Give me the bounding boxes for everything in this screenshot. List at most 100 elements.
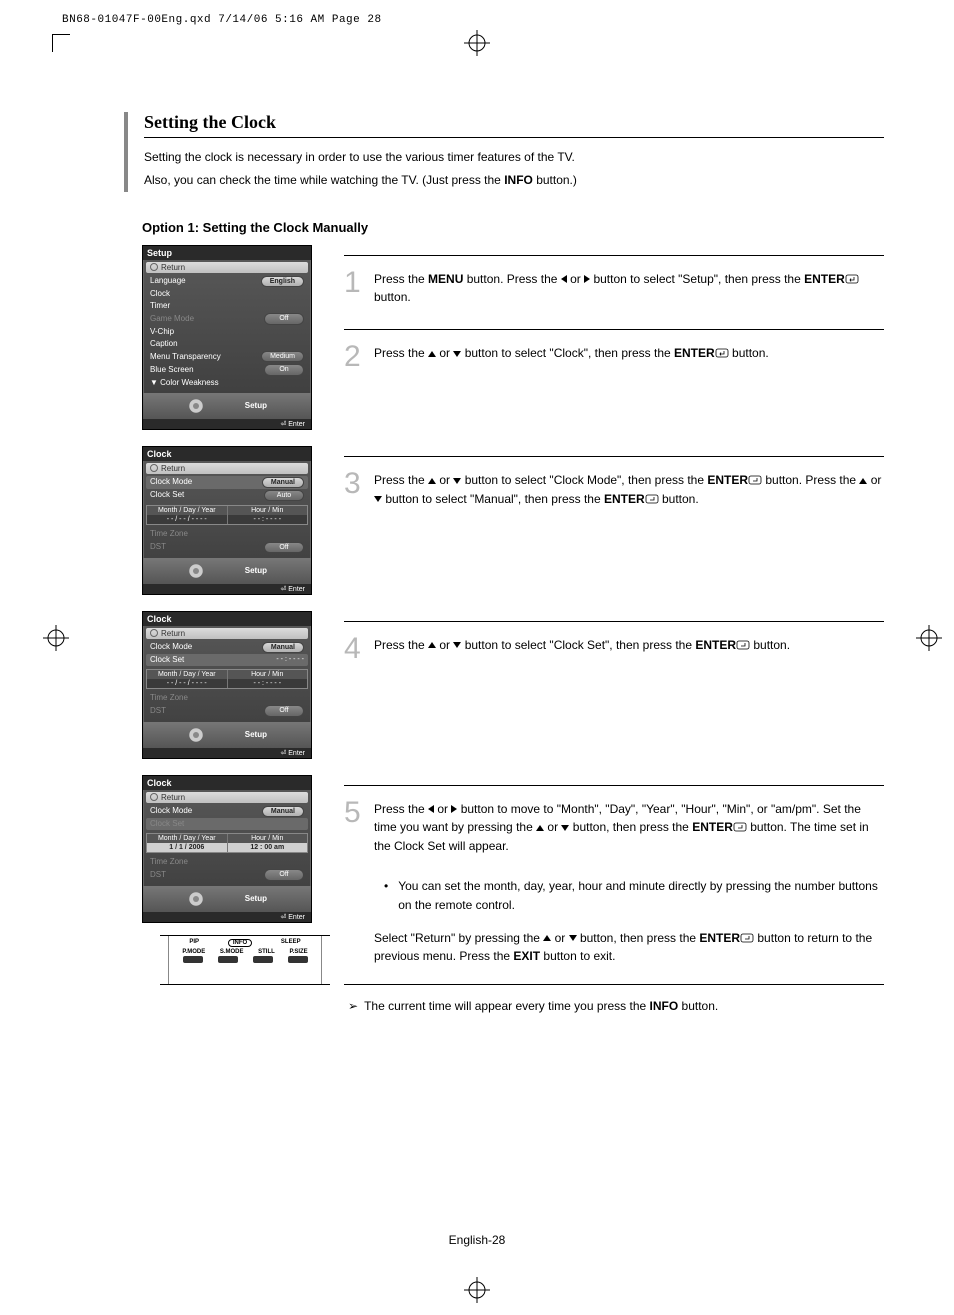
divider (344, 329, 884, 330)
row-3: Clock Return Clock ModeManual Clock Set-… (124, 611, 884, 759)
menu-row[interactable]: ▼ Color Weakness (146, 377, 308, 389)
step-number: 2 (344, 342, 366, 372)
remote-button[interactable] (218, 956, 238, 963)
menu-row[interactable]: Clock Set (146, 818, 308, 830)
menu-row[interactable]: Clock ModeManual (146, 805, 308, 818)
menu-footer: Setup (143, 558, 311, 584)
page-content: Setting the Clock Setting the clock is n… (124, 112, 884, 1031)
registration-mark-bottom (464, 1277, 490, 1303)
menu-row: DSTOff (146, 704, 308, 717)
menu-return[interactable]: Return (146, 262, 308, 273)
down-arrow-icon (374, 496, 382, 502)
remote-button[interactable] (183, 956, 203, 963)
clock-table: Month / Day / YearHour / Min - - / - - /… (146, 505, 308, 525)
row-2: Clock Return Clock ModeManual Clock SetA… (124, 446, 884, 595)
row-1: Setup Return LanguageEnglish Clock Timer… (124, 245, 884, 430)
divider (344, 785, 884, 786)
remote-label: P.SIZE (289, 949, 307, 955)
menu-title: Setup (143, 246, 311, 260)
enter-icon (748, 472, 762, 482)
remote-control: PIP INFO SLEEP P.MODE S.MODE STILL P.SIZ… (160, 935, 330, 985)
row-4: Clock Return Clock ModeManual Clock Set … (124, 775, 884, 1016)
tv-menu-setup: Setup Return LanguageEnglish Clock Timer… (142, 245, 312, 430)
option-heading: Option 1: Setting the Clock Manually (142, 220, 884, 235)
step-2: 2 Press the or button to select "Clock",… (344, 342, 884, 372)
menu-title: Clock (143, 447, 311, 461)
crop-mark-right (916, 625, 942, 651)
menu-row: DSTOff (146, 541, 308, 554)
up-arrow-icon (428, 478, 436, 484)
menu-row[interactable]: Blue ScreenOn (146, 363, 308, 376)
menu-row: Time Zone (146, 856, 308, 868)
enter-icon (733, 819, 747, 829)
step-1: 1 Press the MENU button. Press the or bu… (344, 268, 884, 307)
divider (344, 255, 884, 256)
menu-enter-hint: ⏎ Enter (143, 912, 311, 922)
menu-title: Clock (143, 612, 311, 626)
intro-line-2: Also, you can check the time while watch… (144, 169, 884, 192)
gear-icon (187, 397, 205, 415)
menu-row: Time Zone (146, 528, 308, 540)
divider (344, 984, 884, 985)
remote-label: SLEEP (281, 939, 301, 947)
menu-footer: Setup (143, 886, 311, 912)
gear-icon (187, 726, 205, 744)
menu-row[interactable]: Clock ModeManual (146, 641, 308, 654)
clock-table: Month / Day / YearHour / Min 1 / 1 / 200… (146, 833, 308, 853)
enter-icon (645, 491, 659, 501)
tv-menu-clock-mode: Clock Return Clock ModeManual Clock SetA… (142, 446, 312, 595)
menu-row[interactable]: Clock ModeManual (146, 476, 308, 489)
print-header: BN68-01047F-00Eng.qxd 7/14/06 5:16 AM Pa… (62, 14, 382, 26)
enter-icon (740, 930, 754, 940)
menu-enter-hint: ⏎ Enter (143, 584, 311, 594)
menu-row[interactable]: Caption (146, 338, 308, 350)
enter-icon (736, 637, 750, 647)
remote-button[interactable] (253, 956, 273, 963)
remote-label: S.MODE (220, 949, 244, 955)
menu-row[interactable]: Clock Set- - : - - - - (146, 654, 308, 666)
intro-line-1: Setting the clock is necessary in order … (144, 146, 884, 169)
note-block: •You can set the month, day, year, hour … (374, 877, 884, 965)
page-number: English-28 (449, 1233, 506, 1247)
step-number: 1 (344, 268, 366, 298)
enter-icon (715, 345, 729, 355)
remote-button[interactable] (288, 956, 308, 963)
up-arrow-icon (428, 351, 436, 357)
gear-icon (187, 890, 205, 908)
menu-row[interactable]: LanguageEnglish (146, 275, 308, 288)
note-return-text: Select "Return" by pressing the or butto… (374, 929, 884, 966)
menu-footer: Setup (143, 722, 311, 748)
menu-row[interactable]: Clock SetAuto (146, 489, 308, 502)
menu-row[interactable]: Clock (146, 288, 308, 300)
gear-icon (187, 562, 205, 580)
menu-row[interactable]: Menu TransparencyMedium (146, 350, 308, 363)
menu-return[interactable]: Return (146, 463, 308, 474)
divider (344, 456, 884, 457)
remote-label: PIP (189, 939, 199, 947)
menu-row[interactable]: Game ModeOff (146, 312, 308, 325)
step-3: 3 Press the or button to select "Clock M… (344, 469, 884, 508)
menu-return[interactable]: Return (146, 792, 308, 803)
down-arrow-icon (569, 935, 577, 941)
up-arrow-icon (428, 642, 436, 648)
enter-icon (845, 271, 859, 281)
step-number: 4 (344, 634, 366, 664)
menu-enter-hint: ⏎ Enter (143, 419, 311, 429)
note-bullet-text: You can set the month, day, year, hour a… (398, 877, 884, 914)
remote-label: STILL (258, 949, 275, 955)
page-title: Setting the Clock (144, 112, 884, 138)
remote-info-button[interactable]: INFO (228, 939, 252, 947)
menu-row: DSTOff (146, 868, 308, 881)
step-number: 5 (344, 798, 366, 828)
crop-mark-left (43, 625, 69, 651)
menu-title: Clock (143, 776, 311, 790)
menu-row[interactable]: Timer (146, 300, 308, 312)
tv-menu-clock-filled: Clock Return Clock ModeManual Clock Set … (142, 775, 312, 923)
menu-return[interactable]: Return (146, 628, 308, 639)
step-5: 5 Press the or button to move to "Month"… (344, 798, 884, 856)
menu-row[interactable]: V-Chip (146, 326, 308, 338)
title-block: Setting the Clock Setting the clock is n… (124, 112, 884, 192)
crop-corner (52, 34, 70, 52)
menu-row: Time Zone (146, 692, 308, 704)
registration-mark-top (464, 30, 490, 56)
